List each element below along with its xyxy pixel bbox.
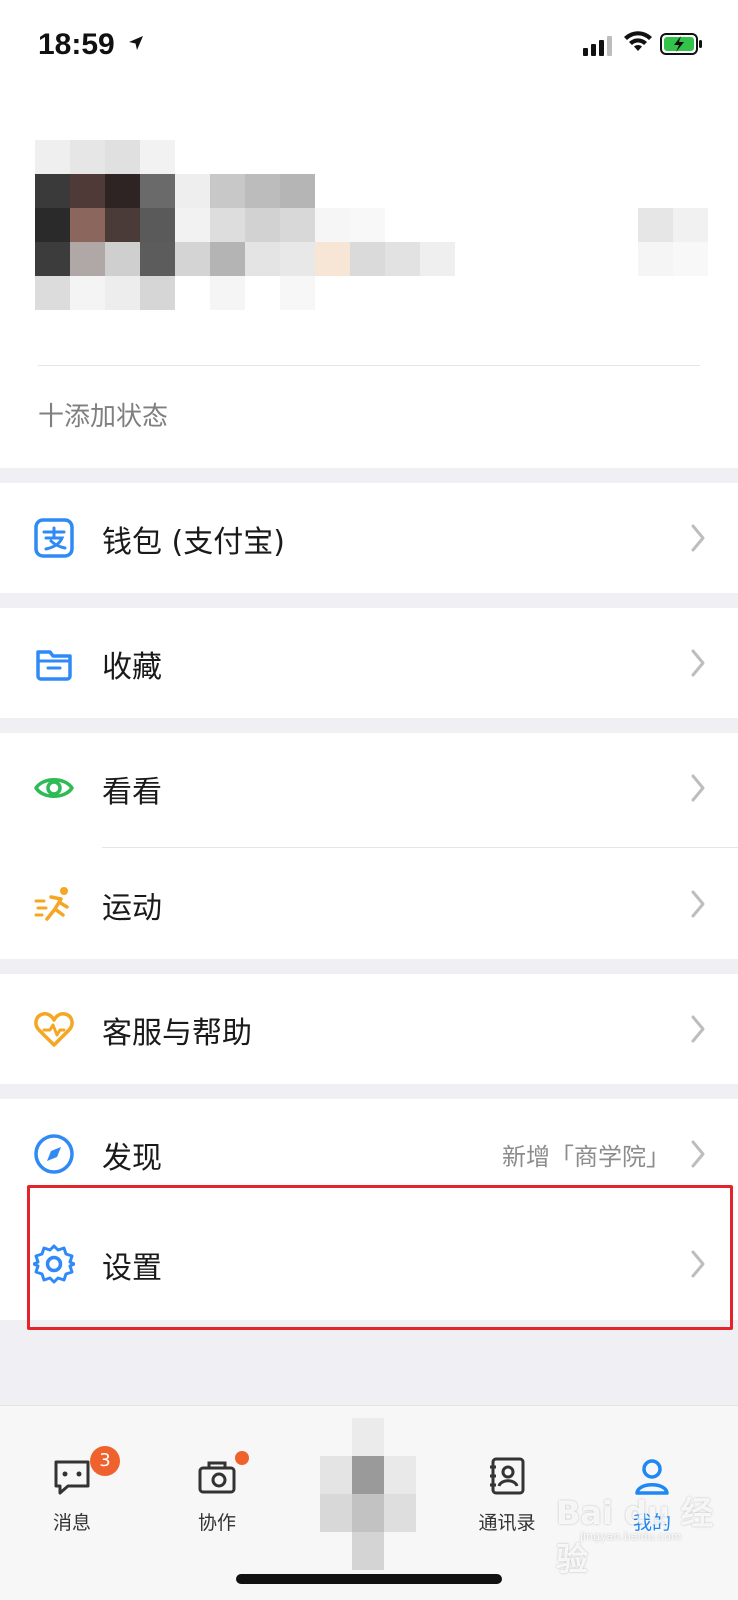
menu-item-wallet[interactable]: 钱包 (支付宝) <box>0 483 738 593</box>
tab-label: 协作 <box>197 1512 236 1534</box>
baidu-watermark-url: jingyan.baidu.com <box>580 1530 682 1543</box>
alipay-icon <box>34 518 74 558</box>
contacts-book-icon <box>490 1457 525 1495</box>
favorites-card: 收藏 <box>0 608 738 718</box>
menu-item-favorites[interactable]: 收藏 <box>0 608 738 718</box>
help-card: 客服与帮助 <box>0 974 738 1084</box>
chevron-right-icon <box>691 774 705 802</box>
folder-icon <box>36 650 72 681</box>
menu-item-sports[interactable]: 运动 <box>0 849 738 959</box>
eye-icon <box>34 778 74 798</box>
menu-item-help[interactable]: 客服与帮助 <box>0 974 738 1084</box>
menu-item-label: 客服与帮助 <box>102 1016 252 1051</box>
location-arrow-icon <box>129 36 143 50</box>
discover-subtitle: 新增「商学院」 <box>502 1143 670 1171</box>
tab-label: 通讯录 <box>478 1512 536 1534</box>
status-time: 18:59 <box>38 28 115 61</box>
collab-notification-dot <box>235 1451 249 1465</box>
running-icon <box>34 887 69 921</box>
status-bar: 18:59 <box>0 0 738 90</box>
heart-icon <box>34 1012 74 1047</box>
profile-header[interactable]: 十添加状态 <box>0 90 738 468</box>
chevron-right-icon <box>691 649 705 677</box>
chevron-right-icon <box>691 1140 705 1168</box>
center-tab-pixelated[interactable] <box>320 1371 420 1600</box>
look-sports-card: 看看 运动 <box>0 733 738 959</box>
menu-item-label: 看看 <box>102 775 162 810</box>
chevron-right-icon <box>691 890 705 918</box>
profile-divider <box>38 365 700 366</box>
menu-item-label: 收藏 <box>102 650 162 685</box>
battery-charging-icon <box>660 33 702 55</box>
chevron-right-icon <box>691 1015 705 1043</box>
menu-item-label: 钱包 (支付宝) <box>102 525 285 560</box>
collab-icon <box>198 1461 236 1494</box>
add-status-button[interactable]: 十添加状态 <box>38 396 168 433</box>
compass-icon <box>34 1134 74 1174</box>
wallet-card: 钱包 (支付宝) <box>0 483 738 593</box>
menu-item-look[interactable]: 看看 <box>0 733 738 843</box>
home-indicator <box>236 1574 502 1584</box>
unread-badge: 3 <box>90 1446 120 1476</box>
wifi-icon <box>624 31 652 51</box>
signal-icon <box>583 36 612 56</box>
menu-item-label: 发现 <box>102 1141 162 1176</box>
menu-item-label: 运动 <box>102 891 162 926</box>
row-divider <box>102 847 738 848</box>
settings-highlight-box <box>27 1185 733 1330</box>
chevron-right-icon <box>691 524 705 552</box>
tab-label: 消息 <box>52 1512 91 1534</box>
chat-bubble-icon <box>54 1460 90 1495</box>
